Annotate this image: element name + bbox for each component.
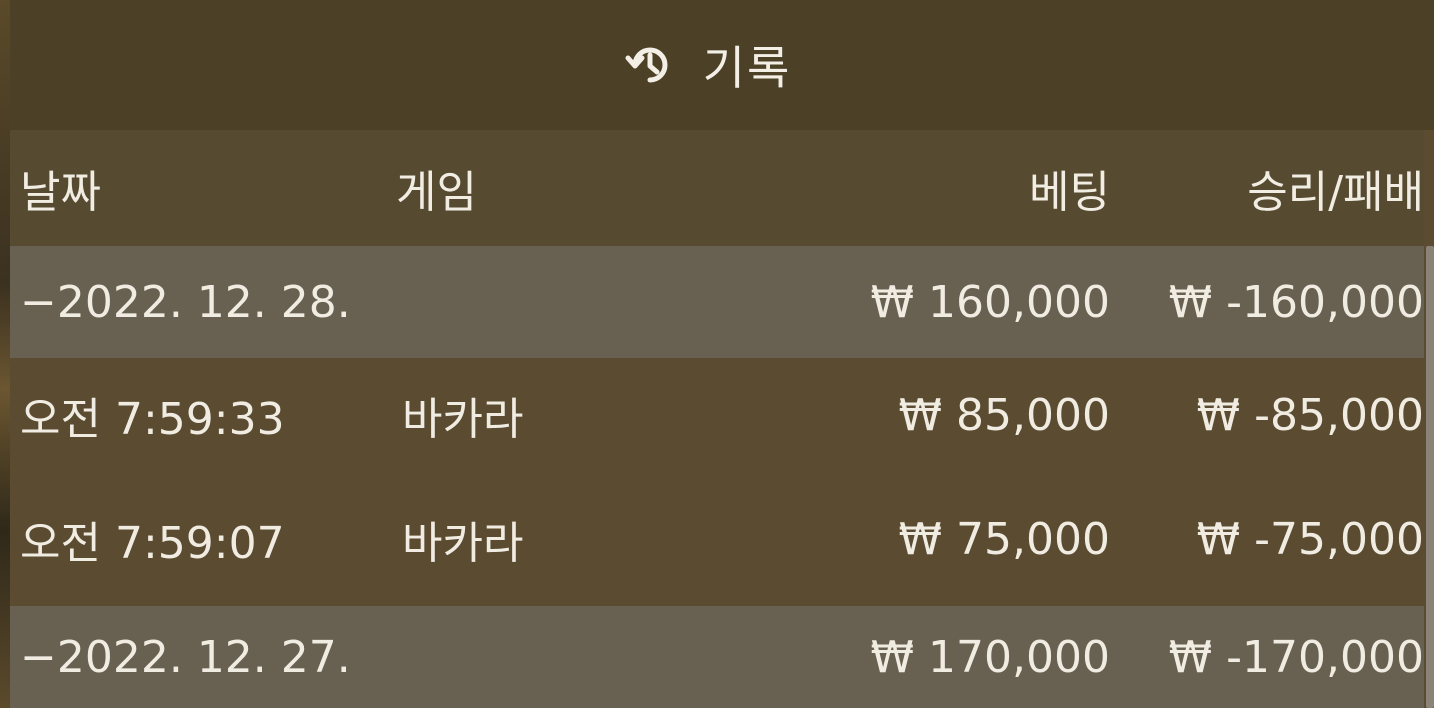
table-row[interactable]: 오전 7:59:07 바카라 ₩ 75,000 ₩ -75,000 <box>10 472 1424 606</box>
row-game: 바카라 <box>402 518 524 569</box>
table-header-row: 날짜 게임 베팅 승리/패배 <box>10 130 1424 246</box>
date-group-row[interactable]: −2022. 12. 27. ₩ 170,000 ₩ -170,000 <box>10 606 1424 708</box>
row-game: 바카라 <box>402 394 524 445</box>
row-date: −2022. 12. 27. <box>20 631 351 683</box>
row-time: 오전 7:59:07 <box>20 518 285 569</box>
row-result: ₩ -170,000 <box>1168 631 1424 683</box>
history-screen: 기록 날짜 게임 베팅 승리/패배 −2022. 12. 28. ₩ 160,0… <box>0 0 1434 708</box>
row-bet: ₩ 75,000 <box>898 513 1110 565</box>
background-edge <box>0 0 10 708</box>
scrollbar[interactable] <box>1426 246 1434 708</box>
date-group-row[interactable]: −2022. 12. 28. ₩ 160,000 ₩ -160,000 <box>10 246 1424 358</box>
column-header-game[interactable]: 게임 <box>396 156 477 220</box>
row-bet: ₩ 160,000 <box>870 276 1110 328</box>
row-result: ₩ -75,000 <box>1196 513 1424 565</box>
row-result: ₩ -160,000 <box>1168 276 1424 328</box>
history-table: 날짜 게임 베팅 승리/패배 −2022. 12. 28. ₩ 160,000 … <box>10 130 1434 708</box>
page-title: 기록 <box>702 41 792 95</box>
column-header-result[interactable]: 승리/패배 <box>1247 156 1424 220</box>
row-bet: ₩ 170,000 <box>870 631 1110 683</box>
row-bet: ₩ 85,000 <box>898 389 1110 441</box>
table-row[interactable]: 오전 7:59:33 바카라 ₩ 85,000 ₩ -85,000 <box>10 358 1424 472</box>
row-time: 오전 7:59:33 <box>20 394 285 445</box>
history-header: 기록 <box>10 0 1434 130</box>
history-icon <box>623 38 677 92</box>
row-date: −2022. 12. 28. <box>20 276 351 328</box>
column-header-bet[interactable]: 베팅 <box>1029 156 1110 220</box>
column-header-date[interactable]: 날짜 <box>20 156 101 220</box>
row-result: ₩ -85,000 <box>1196 389 1424 441</box>
header-title-group: 기록 <box>623 32 792 98</box>
